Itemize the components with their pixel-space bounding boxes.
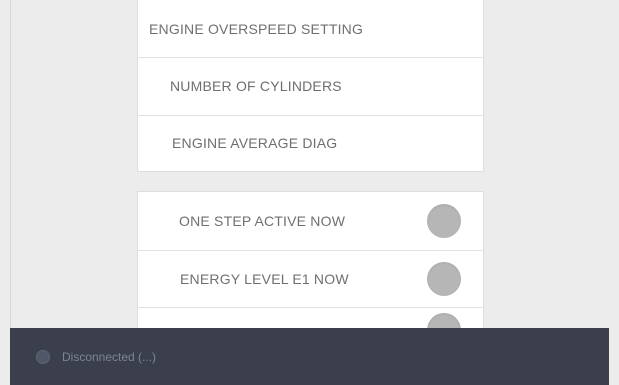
settings-item-engine-overspeed[interactable]: ENGINE OVERSPEED SETTING [138,0,483,58]
diagnostic-item-label: ONE STEP ACTIVE NOW [179,213,346,229]
settings-item-engine-average-diag[interactable]: ENGINE AVERAGE DIAG [138,115,483,171]
status-indicator-icon [427,262,461,296]
connection-status-text: Disconnected (...) [62,349,157,364]
diagnostic-item-energy-level-e1[interactable]: ENERGY LEVEL E1 NOW [138,250,483,308]
diagnostic-item-one-step-active[interactable]: ONE STEP ACTIVE NOW [138,192,483,251]
settings-list: ENGINE OVERSPEED SETTING NUMBER OF CYLIN… [137,0,484,172]
status-indicator-icon [427,204,461,238]
settings-item-label: ENGINE OVERSPEED SETTING [149,20,364,37]
settings-item-label: NUMBER OF CYLINDERS [170,78,342,94]
connection-status-bar: Disconnected (...) [10,328,609,385]
settings-item-label: ENGINE AVERAGE DIAG [172,135,338,151]
diagnostics-list: ONE STEP ACTIVE NOW ENERGY LEVEL E1 NOW [137,191,484,347]
disconnected-icon [36,349,50,364]
settings-item-number-of-cylinders[interactable]: NUMBER OF CYLINDERS [138,57,483,116]
left-divider [10,0,11,330]
diagnostic-item-label: ENERGY LEVEL E1 NOW [180,270,349,287]
